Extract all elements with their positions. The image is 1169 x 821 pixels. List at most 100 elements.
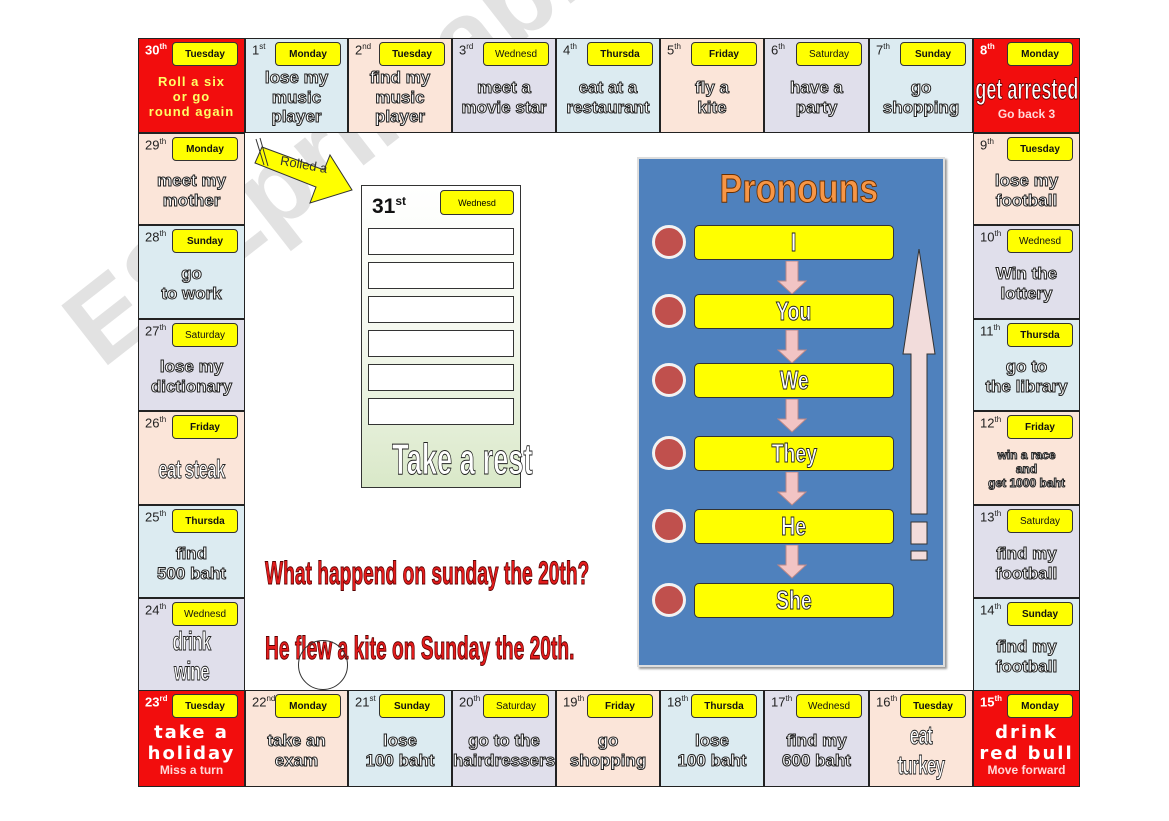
weekday-label: Sunday [172, 229, 238, 253]
board-square-24: 24th Wednesd drink wine [138, 598, 245, 691]
board-square-13: 13th Saturday find my football [973, 505, 1080, 598]
board-square-14: 14th Sunday find my football [973, 598, 1080, 691]
take-a-rest-label: Take a rest [392, 435, 533, 485]
down-arrow-icon [777, 261, 807, 295]
weekday-label: Monday [275, 42, 341, 66]
action-line: find my [996, 543, 1057, 563]
down-arrow-icon [777, 330, 807, 364]
red-dot-icon [652, 294, 686, 328]
action-line: mother [162, 191, 221, 211]
weekday-label: Sunday [1007, 602, 1073, 626]
square-date: 14th [980, 602, 1002, 618]
square-date: 2nd [355, 42, 372, 58]
red-dot-icon [652, 363, 686, 397]
pronoun-row: They [649, 436, 899, 474]
action-line: shopping [882, 97, 960, 117]
weekday-label: Saturday [1007, 509, 1073, 533]
down-arrow-icon [777, 545, 807, 579]
weekday-label: Friday [172, 415, 238, 439]
square-date: 20th [459, 694, 481, 710]
square-action: Roll a six or go round again [139, 65, 244, 130]
action-line: football [995, 191, 1058, 211]
weekday-label: Thursda [172, 509, 238, 533]
board-square-2: 2nd Tuesday find my music player [348, 38, 452, 133]
square-action: find 500 baht [139, 532, 244, 595]
pronoun-row: We [649, 363, 899, 401]
square-date: 16th [876, 694, 898, 710]
action-line: find [175, 543, 208, 563]
weekday-label: Tuesday [172, 42, 238, 66]
pronouns-panel: Pronouns I You We They He She [637, 157, 945, 667]
action-line: holiday [147, 742, 236, 764]
board-square-10: 10th Wednesd Win the lottery [973, 225, 1080, 319]
weekday-label: Thursda [587, 42, 653, 66]
blank-answer-line[interactable] [368, 296, 514, 323]
action-line: Move forward [987, 763, 1066, 778]
question-text: What happend on sunday the 20th? [265, 555, 590, 592]
square-date: 28th [145, 229, 167, 245]
action-line: win a race [997, 448, 1056, 463]
square-action: fly a kite [661, 65, 763, 130]
board-square-17: 17th Wednesd find my 600 baht [764, 690, 869, 787]
action-line: 500 baht [157, 563, 227, 583]
square-action: take an exam [246, 717, 347, 784]
action-line: round again [148, 103, 235, 119]
action-line: Go back 3 [997, 106, 1056, 121]
action-line: lottery [1000, 284, 1053, 304]
board-square-29: 29th Monday meet my mother [138, 133, 245, 225]
square-date: 17th [771, 694, 793, 710]
blank-answer-line[interactable] [368, 330, 514, 357]
weekday-label: Wednesd [796, 694, 862, 718]
board-square-20: 20th Saturday go to the hairdressers [452, 690, 556, 787]
board-square-9: 9th Tuesday lose my football [973, 133, 1080, 225]
board-square-4: 4th Thursda eat at a restaurant [556, 38, 660, 133]
action-line: and [1015, 462, 1038, 477]
pronoun-label: They [694, 436, 894, 471]
action-line: or go [172, 89, 211, 105]
action-line: meet my [157, 171, 227, 191]
square-action: drink wine [157, 625, 225, 688]
board-square-7: 7th Sunday go shopping [869, 38, 973, 133]
square-date: 26th [145, 415, 167, 431]
board-square-23: 23rd Tuesday take a holiday Miss a turn [138, 690, 245, 787]
weekday-label: Sunday [379, 694, 445, 718]
weekday-label: Friday [587, 694, 653, 718]
action-line: party [795, 97, 838, 117]
weekday-label: Monday [1007, 694, 1073, 718]
board-square-15: 15th Monday drink red bull Move forward [973, 690, 1080, 787]
square-action: find my music player [349, 65, 451, 130]
action-line: 100 baht [677, 750, 747, 770]
blank-answer-line[interactable] [368, 262, 514, 289]
square-action: go shopping [557, 717, 659, 784]
square-date: 18th [667, 694, 689, 710]
square-date: 22nd [252, 694, 276, 710]
action-line: to work [161, 284, 222, 304]
square-action: lose my dictionary [139, 346, 244, 408]
action-line: kite [697, 97, 727, 117]
pronoun-label: She [694, 583, 894, 618]
down-arrow-icon [777, 472, 807, 506]
action-line: find my [786, 730, 847, 750]
action-line: 100 baht [365, 750, 435, 770]
red-dot-icon [652, 225, 686, 259]
blank-answer-line[interactable] [368, 364, 514, 391]
blank-answer-line[interactable] [368, 228, 514, 255]
square-action: find my football [974, 625, 1079, 688]
weekday-label: Friday [1007, 415, 1073, 439]
action-line: music player [271, 87, 322, 127]
square-action: drink red bull Move forward [974, 717, 1079, 784]
square-action: meet my mother [139, 160, 244, 222]
square-date: 21st [355, 694, 376, 710]
up-arrow-icon [902, 249, 936, 561]
blank-answer-line[interactable] [368, 398, 514, 425]
weekday-label: Monday [275, 694, 341, 718]
action-line: music player [374, 87, 426, 127]
square-date: 1st [252, 42, 266, 58]
square-date: 4th [563, 42, 577, 58]
action-line: go [597, 730, 619, 750]
action-line: take a [154, 721, 229, 743]
day-31-weekday: Wednesd [440, 190, 514, 215]
red-dot-icon [652, 436, 686, 470]
action-line: meet a [477, 77, 532, 97]
action-line: lose my [159, 357, 224, 377]
